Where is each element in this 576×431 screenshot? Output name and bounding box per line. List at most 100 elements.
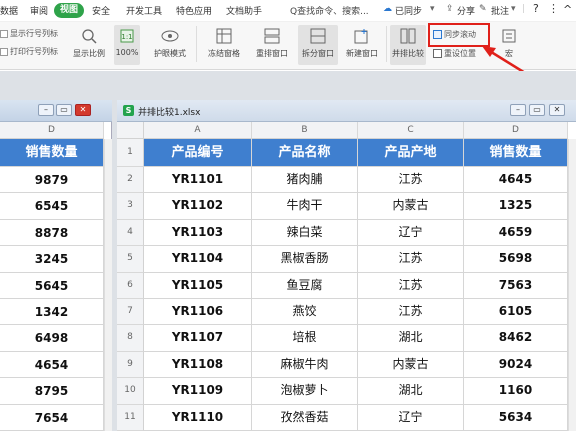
freeze-panes-button[interactable]: 冻结窗格 xyxy=(202,27,246,59)
restore-button[interactable]: ▭ xyxy=(56,104,72,116)
left-sales-cell[interactable]: 7654 xyxy=(0,404,104,431)
sales-qty-cell[interactable]: 8462 xyxy=(464,325,568,352)
sales-qty-cell[interactable]: 7563 xyxy=(464,272,568,299)
product-id-cell[interactable]: YR1109 xyxy=(144,378,252,405)
help-button[interactable]: ? xyxy=(533,2,539,15)
left-sales-cell[interactable]: 6498 xyxy=(0,325,104,352)
left-sales-cell[interactable]: 4654 xyxy=(0,351,104,379)
zoom-100-button[interactable]: 1:1 100% xyxy=(114,25,140,65)
menu-features[interactable]: 特色应用 xyxy=(176,4,212,17)
product-id-cell[interactable]: YR1101 xyxy=(144,167,252,194)
sales-qty-cell[interactable]: 1325 xyxy=(464,193,568,220)
header-cell-sales-qty[interactable]: 销售数量 xyxy=(0,139,104,167)
product-origin-cell[interactable]: 内蒙古 xyxy=(358,193,464,220)
column-header-a[interactable]: A xyxy=(144,122,252,139)
menu-security[interactable]: 安全 xyxy=(92,4,110,17)
split-window-button[interactable]: 拆分窗口 xyxy=(298,25,338,65)
row-header[interactable]: 10 xyxy=(117,378,144,405)
product-origin-cell[interactable]: 江苏 xyxy=(358,246,464,273)
product-name-cell[interactable]: 泡椒萝卜 xyxy=(252,378,358,405)
annotate-button[interactable]: 批注 xyxy=(491,4,509,17)
product-id-cell[interactable]: YR1110 xyxy=(144,404,252,431)
menu-review[interactable]: 审阅 xyxy=(30,4,48,17)
sales-qty-cell[interactable]: 5698 xyxy=(464,246,568,273)
row-header[interactable]: 7 xyxy=(117,299,144,326)
row-header[interactable]: 4 xyxy=(117,219,144,247)
sales-qty-cell[interactable]: 6105 xyxy=(464,299,568,326)
sync-status[interactable]: 已同步 xyxy=(395,4,422,17)
product-name-cell[interactable]: 黑椒香肠 xyxy=(252,246,358,273)
product-origin-cell[interactable]: 江苏 xyxy=(358,299,464,326)
minimize-button[interactable]: – xyxy=(38,104,54,116)
menu-view[interactable]: 视图 xyxy=(54,3,85,18)
left-sales-cell[interactable]: 8795 xyxy=(0,378,104,405)
row-header[interactable]: 6 xyxy=(117,272,144,299)
product-id-cell[interactable]: YR1104 xyxy=(144,246,252,273)
product-name-cell[interactable]: 牛肉干 xyxy=(252,193,358,220)
left-sales-cell[interactable]: 6545 xyxy=(0,193,104,220)
product-id-cell[interactable]: YR1107 xyxy=(144,325,252,352)
menu-devtools[interactable]: 开发工具 xyxy=(126,4,162,17)
product-origin-cell[interactable]: 辽宁 xyxy=(358,404,464,431)
show-row-col-checkbox[interactable]: 显示行号列标 xyxy=(0,28,58,39)
right-window-titlebar[interactable]: S 并排比较1.xlsx – ▭ ✕ xyxy=(117,100,576,122)
product-id-cell[interactable]: YR1103 xyxy=(144,219,252,247)
header-cell[interactable]: 产品产地 xyxy=(358,139,464,167)
product-origin-cell[interactable]: 湖北 xyxy=(358,378,464,405)
column-header-d[interactable]: D xyxy=(464,122,568,139)
product-id-cell[interactable]: YR1102 xyxy=(144,193,252,220)
zoom-button[interactable]: 显示比例 xyxy=(72,27,106,59)
share-button[interactable]: 分享 xyxy=(457,4,475,17)
left-window-titlebar[interactable]: – ▭ ✕ xyxy=(0,100,112,122)
left-sales-cell[interactable]: 1342 xyxy=(0,299,104,326)
left-scrollbar[interactable] xyxy=(104,139,112,431)
sales-qty-cell[interactable]: 5634 xyxy=(464,404,568,431)
eye-mode-button[interactable]: 护眼模式 xyxy=(150,27,190,59)
row-header[interactable]: 3 xyxy=(117,193,144,220)
close-button[interactable]: ✕ xyxy=(75,104,91,116)
row-header[interactable]: 1 xyxy=(117,139,144,167)
left-sales-cell[interactable]: 9879 xyxy=(0,167,104,194)
product-name-cell[interactable]: 辣白菜 xyxy=(252,219,358,247)
rearrange-windows-button[interactable]: 重排窗口 xyxy=(250,27,294,59)
product-origin-cell[interactable]: 江苏 xyxy=(358,167,464,194)
product-name-cell[interactable]: 鱼豆腐 xyxy=(252,272,358,299)
sales-qty-cell[interactable]: 4659 xyxy=(464,219,568,247)
menu-data[interactable]: 数据 xyxy=(0,4,18,17)
product-origin-cell[interactable]: 内蒙古 xyxy=(358,351,464,379)
minimize-button[interactable]: – xyxy=(510,104,526,116)
product-name-cell[interactable]: 孜然香菇 xyxy=(252,404,358,431)
product-origin-cell[interactable]: 江苏 xyxy=(358,272,464,299)
left-sales-cell[interactable]: 3245 xyxy=(0,246,104,273)
product-id-cell[interactable]: YR1108 xyxy=(144,351,252,379)
column-header-d[interactable]: D xyxy=(0,122,104,139)
product-origin-cell[interactable]: 辽宁 xyxy=(358,219,464,247)
product-name-cell[interactable]: 培根 xyxy=(252,325,358,352)
header-cell[interactable]: 产品名称 xyxy=(252,139,358,167)
row-header[interactable]: 8 xyxy=(117,325,144,352)
product-name-cell[interactable]: 燕饺 xyxy=(252,299,358,326)
collapse-ribbon-button[interactable]: ^ xyxy=(563,3,572,16)
left-sales-cell[interactable]: 8878 xyxy=(0,219,104,247)
sales-qty-cell[interactable]: 1160 xyxy=(464,378,568,405)
menu-doc-helper[interactable]: 文档助手 xyxy=(226,4,262,17)
more-button[interactable]: ⋮ xyxy=(548,2,559,15)
restore-button[interactable]: ▭ xyxy=(529,104,545,116)
left-sales-cell[interactable]: 5645 xyxy=(0,272,104,299)
right-scrollbar[interactable] xyxy=(568,139,576,431)
close-button[interactable]: ✕ xyxy=(549,104,565,116)
product-name-cell[interactable]: 麻椒牛肉 xyxy=(252,351,358,379)
product-name-cell[interactable]: 猪肉脯 xyxy=(252,167,358,194)
search-command-input[interactable]: Q查找命令、搜索... xyxy=(290,4,369,17)
product-id-cell[interactable]: YR1105 xyxy=(144,272,252,299)
column-header-b[interactable]: B xyxy=(252,122,358,139)
sales-qty-cell[interactable]: 9024 xyxy=(464,351,568,379)
row-header[interactable]: 5 xyxy=(117,246,144,273)
side-by-side-button[interactable]: 并排比较 xyxy=(390,25,426,65)
row-header[interactable]: 2 xyxy=(117,167,144,194)
column-header-c[interactable]: C xyxy=(358,122,464,139)
row-header[interactable]: 9 xyxy=(117,351,144,379)
header-cell[interactable]: 销售数量 xyxy=(464,139,568,167)
sales-qty-cell[interactable]: 4645 xyxy=(464,167,568,194)
new-window-button[interactable]: 新建窗口 xyxy=(342,27,382,59)
